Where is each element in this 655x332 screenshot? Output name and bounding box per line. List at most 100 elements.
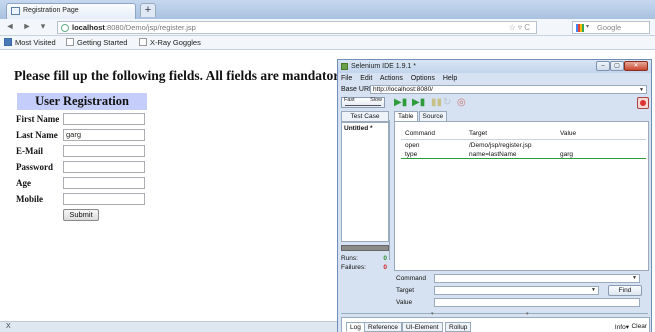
base-url-value: http://localhost:8080/: [373, 86, 433, 93]
speed-slider[interactable]: Fast Slow: [341, 97, 385, 108]
failures-count: 0: [383, 264, 387, 271]
target-input[interactable]: ▼: [434, 286, 599, 295]
base-url-label: Base URL: [341, 86, 373, 93]
command-cell: type: [405, 151, 418, 158]
run-progress-bar: [341, 245, 389, 251]
log-splitter[interactable]: ▾ ▾: [341, 311, 648, 317]
table-row[interactable]: open /Demo/jsp/register.jsp: [401, 141, 646, 150]
menu-actions[interactable]: Actions: [380, 75, 403, 82]
statusbar-text: X: [6, 323, 11, 330]
table-row[interactable]: type name=lastName garg: [401, 150, 646, 159]
tab-rollup[interactable]: Rollup: [445, 322, 472, 332]
menu-options[interactable]: Options: [411, 75, 435, 82]
search-engine-dropdown-icon[interactable]: ▾: [586, 22, 589, 33]
tab-ui-element[interactable]: UI-Element: [402, 322, 443, 332]
rollup-icon[interactable]: ◎: [457, 97, 466, 109]
bookmark-getting-started[interactable]: Getting Started: [66, 36, 127, 49]
pane-splitter[interactable]: [389, 120, 392, 260]
page-icon: [139, 38, 147, 46]
last-name-input[interactable]: garg: [63, 129, 145, 141]
test-case-item[interactable]: Untitled *: [344, 124, 386, 133]
command-label: Command: [396, 275, 426, 282]
speed-fast-label: Fast: [344, 97, 355, 103]
submit-button[interactable]: Submit: [63, 209, 99, 221]
record-icon[interactable]: [637, 97, 649, 109]
browser-tab-title: Registration Page: [23, 7, 79, 14]
url-host: localhost: [72, 23, 105, 32]
command-input[interactable]: ▼: [434, 274, 640, 283]
runs-label: Runs:: [341, 255, 358, 262]
target-dropdown-icon[interactable]: ▼: [591, 287, 596, 293]
mobile-label: Mobile: [16, 194, 43, 204]
base-url-dropdown-icon[interactable]: ▼: [639, 86, 644, 94]
play-test-icon[interactable]: ▶▮: [412, 97, 425, 109]
find-button[interactable]: Find: [608, 285, 642, 296]
command-cell: open: [405, 142, 420, 149]
browser-tabbar: Registration Page +: [0, 0, 655, 19]
value-label: Value: [396, 299, 413, 306]
base-url-input[interactable]: http://localhost:8080/ ▼: [370, 85, 647, 94]
url-bar[interactable]: localhost:8080/Demo/jsp/register.jsp ☆ ▿…: [57, 21, 537, 34]
target-label: Target: [396, 287, 415, 294]
page-heading: Please fill up the following fields. All…: [14, 68, 346, 83]
clear-log-button[interactable]: Clear: [631, 323, 647, 330]
password-input[interactable]: [63, 161, 145, 173]
history-dropdown-icon[interactable]: ▾: [36, 21, 50, 32]
site-identity-icon[interactable]: [61, 24, 69, 32]
pause-icon[interactable]: ▮▮: [431, 97, 442, 109]
bookmark-xray-goggles[interactable]: X-Ray Goggles: [139, 36, 201, 49]
speed-slow-label: Slow: [370, 97, 382, 103]
menu-edit[interactable]: Edit: [360, 75, 372, 82]
base-url-row: Base URL http://localhost:8080/ ▼: [338, 84, 651, 95]
ide-title: Selenium IDE 1.9.1 *: [351, 63, 416, 70]
bookmark-most-visited[interactable]: Most Visited: [4, 36, 56, 49]
browser-tab[interactable]: Registration Page: [6, 3, 136, 19]
forward-arrow-icon[interactable]: ►: [20, 21, 34, 31]
tab-table[interactable]: Table: [394, 111, 418, 121]
speed-track: [345, 105, 381, 106]
search-box[interactable]: ▾ Google: [572, 21, 650, 34]
first-name-input[interactable]: [63, 113, 145, 125]
menu-file[interactable]: File: [341, 75, 352, 82]
ide-titlebar[interactable]: Selenium IDE 1.9.1 * – ▢ ✕: [338, 60, 651, 73]
test-case-list: Untitled *: [341, 122, 389, 242]
menu-help[interactable]: Help: [443, 75, 457, 82]
age-input[interactable]: [63, 177, 145, 189]
most-visited-icon: [4, 38, 12, 46]
google-icon: [576, 24, 584, 32]
bookmark-star-icon[interactable]: ☆ ▿ C: [509, 22, 530, 33]
new-tab-button[interactable]: +: [140, 3, 156, 17]
test-case-pane: Test Case Untitled * Runs: 0 Failures: 0: [341, 111, 391, 313]
step-icon[interactable]: ↻: [443, 97, 451, 109]
play-suite-icon[interactable]: ▶▮: [394, 97, 407, 109]
page-favicon-icon: [11, 7, 20, 15]
selenium-icon: [341, 63, 348, 70]
run-summary: Runs: 0 Failures: 0: [341, 254, 389, 272]
close-icon[interactable]: ✕: [624, 61, 648, 71]
failures-label: Failures:: [341, 264, 366, 271]
tab-log[interactable]: Log: [346, 322, 365, 332]
column-target: Target: [469, 130, 488, 137]
ide-menubar: File Edit Actions Options Help: [338, 73, 651, 84]
age-label: Age: [16, 178, 31, 188]
browser-statusbar: X: [0, 321, 340, 332]
value-cell: garg: [560, 151, 574, 158]
bookmarks-toolbar: Most Visited Getting Started X-Ray Goggl…: [0, 36, 655, 50]
ide-toolbar: Fast Slow ▶▮ ▶▮ ▮▮ ↻ ◎: [338, 96, 651, 110]
maximize-icon[interactable]: ▢: [610, 61, 624, 71]
tab-reference[interactable]: Reference: [364, 322, 402, 332]
email-input[interactable]: [63, 145, 145, 157]
bookmark-label: X-Ray Goggles: [150, 38, 201, 47]
mobile-input[interactable]: [63, 193, 145, 205]
bookmark-label: Getting Started: [77, 38, 128, 47]
value-input[interactable]: [434, 298, 640, 307]
command-dropdown-icon[interactable]: ▼: [632, 275, 637, 281]
selenium-ide-window: Selenium IDE 1.9.1 * – ▢ ✕ File Edit Actio…: [337, 59, 652, 332]
back-arrow-icon[interactable]: ◄: [3, 21, 17, 31]
column-command: Command: [405, 130, 435, 137]
column-value: Value: [560, 130, 577, 137]
info-dropdown[interactable]: Info▾: [615, 323, 629, 331]
tab-source[interactable]: Source: [418, 111, 448, 121]
screen: Registration Page + ◄ ► ▾ localhost:8080…: [0, 0, 655, 332]
minimize-icon[interactable]: –: [596, 61, 610, 71]
